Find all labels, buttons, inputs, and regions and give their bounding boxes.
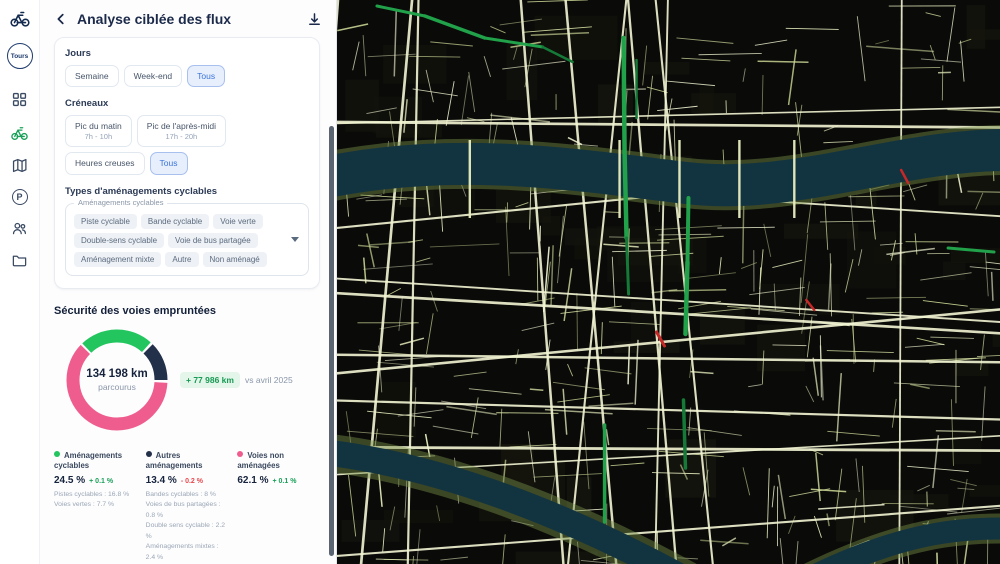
legend-dot-non-amenagees	[237, 450, 244, 457]
page-title: Analyse ciblée des flux	[77, 11, 232, 27]
stat-label: Aménagements cyclables	[54, 450, 123, 470]
donut-row: 134 198 km parcourus + 77 986 km vs avri…	[54, 321, 320, 439]
map-canvas[interactable]	[337, 0, 1000, 564]
creneaux-filter-group: Créneaux Pic du matin 7h - 10h Pic de l'…	[65, 98, 309, 175]
creneau-tous[interactable]: Tous	[149, 152, 188, 175]
stat-amenagements-cyclables: Aménagements cyclables 24.5 % + 0.1 % Pi…	[54, 450, 137, 564]
creneau-sub: 7h - 10h	[84, 132, 113, 142]
chip-non-amenage[interactable]: Non aménagé	[202, 251, 267, 267]
brand-label: Tours	[10, 52, 29, 60]
chip-double-sens-cyclable[interactable]: Double-sens cyclable	[74, 232, 165, 248]
icon-rail: Tours P	[0, 0, 40, 564]
stat-delta: - 0.2 %	[180, 477, 203, 485]
map-icon[interactable]	[11, 157, 28, 174]
delta-context: vs avril 2025	[244, 374, 293, 385]
types-label: Types d'aménagements cyclables	[65, 185, 218, 197]
creneau-label: Tous	[159, 158, 178, 169]
chip-voie-bus-partagee[interactable]: Voie de bus partagée	[168, 232, 258, 248]
stat-details: Bandes cyclables : 8 % Voies de bus part…	[145, 490, 226, 561]
multiselect-floating-label: Aménagements cyclables	[74, 197, 168, 207]
bike-flows-icon[interactable]	[10, 123, 29, 142]
creneau-label: Pic du matin	[75, 121, 122, 132]
parking-icon[interactable]: P	[11, 189, 28, 205]
stat-autres-amenagements: Autres aménagements 13.4 % - 0.2 % Bande…	[145, 450, 229, 564]
creneaux-label: Créneaux	[65, 98, 109, 110]
tours-brand-logo[interactable]: Tours	[6, 43, 33, 69]
legend-dot-autres	[145, 450, 152, 457]
stat-value: 62.1 %	[237, 474, 269, 486]
donut-chart: 134 198 km parcourus	[58, 321, 176, 439]
jours-option-tous[interactable]: Tous	[187, 65, 226, 88]
delta-wrap: + 77 986 km vs avril 2025	[180, 371, 293, 388]
stat-voies-non-amenagees: Voies non aménagées 62.1 % + 0.1 %	[237, 450, 320, 564]
types-filter-group: Types d'aménagements cyclables Aménageme…	[65, 186, 309, 276]
creneau-label: Pic de l'après-midi	[146, 121, 216, 132]
chip-piste-cyclable[interactable]: Piste cyclable	[74, 213, 137, 229]
creneau-label: Heures creuses	[75, 158, 135, 169]
app-window: Tours P Analyse ciblée des flux Jours Se…	[0, 0, 1000, 564]
chip-amenagement-mixte[interactable]: Aménagement mixte	[74, 251, 162, 267]
folder-icon[interactable]	[11, 252, 28, 269]
donut-center-value: 134 198 km	[86, 367, 148, 380]
scrollbar-thumb[interactable]	[329, 126, 334, 556]
delta-badge: + 77 986 km	[180, 371, 240, 388]
stat-value: 13.4 %	[145, 474, 177, 486]
jours-label: Jours	[65, 48, 91, 59]
jours-filter-group: Jours Semaine Week-end Tous	[65, 48, 309, 88]
analysis-panel: Analyse ciblée des flux Jours Semaine We…	[40, 0, 337, 564]
creneau-pic-matin[interactable]: Pic du matin 7h - 10h	[65, 115, 132, 148]
creneau-heures-creuses[interactable]: Heures creuses	[65, 152, 145, 175]
download-button[interactable]	[307, 12, 322, 27]
stat-details: Pistes cyclables : 16.8 % Voies vertes :…	[54, 490, 130, 509]
jours-option-weekend[interactable]: Week-end	[123, 65, 183, 88]
security-section: Sécurité des voies empruntées 134 198 km…	[40, 305, 336, 564]
stat-delta: + 0.1 %	[89, 477, 114, 485]
chevron-down-icon[interactable]	[291, 237, 299, 243]
creneau-sub: 17h - 20h	[165, 132, 198, 142]
stat-value: 24.5 %	[54, 474, 86, 486]
chip-voie-verte[interactable]: Voie verte	[213, 213, 263, 229]
stat-delta: + 0.1 %	[272, 477, 297, 485]
filters-card: Jours Semaine Week-end Tous Créneaux Pic…	[54, 37, 320, 289]
chip-autre[interactable]: Autre	[165, 251, 199, 267]
stat-label: Voies non aménagées	[237, 450, 285, 470]
security-stats: Aménagements cyclables 24.5 % + 0.1 % Pi…	[54, 450, 320, 564]
users-icon[interactable]	[11, 220, 28, 237]
security-title: Sécurité des voies empruntées	[54, 304, 217, 317]
back-button[interactable]	[54, 12, 68, 26]
map-svg	[337, 0, 1000, 564]
legend-dot-cyclables	[54, 450, 60, 457]
donut-center-label: parcourus	[98, 381, 136, 392]
chip-bande-cyclable[interactable]: Bande cyclable	[140, 213, 210, 229]
app-logo-bike-icon	[9, 7, 31, 29]
panel-header: Analyse ciblée des flux	[40, 0, 336, 34]
jours-option-semaine[interactable]: Semaine	[65, 65, 119, 88]
panel-scrollbar	[329, 126, 334, 556]
creneau-pic-apres-midi[interactable]: Pic de l'après-midi 17h - 20h	[136, 115, 226, 148]
apps-grid-icon[interactable]	[11, 91, 28, 108]
stat-label: Autres aménagements	[145, 450, 203, 470]
parking-letter: P	[11, 189, 28, 205]
amenagements-multiselect[interactable]: Aménagements cyclables Piste cyclable Ba…	[65, 197, 309, 276]
